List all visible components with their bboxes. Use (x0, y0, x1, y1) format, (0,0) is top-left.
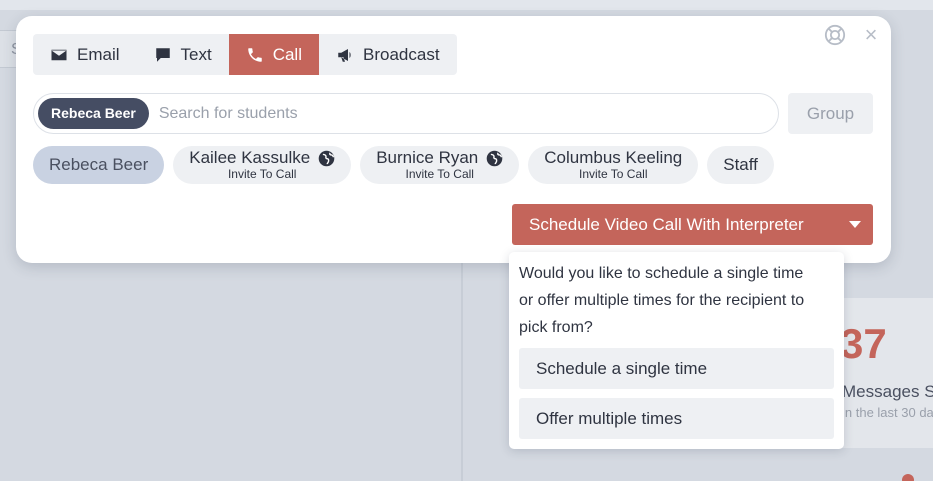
suggestion-invite-label: Invite To Call (227, 167, 297, 181)
tab-label: Call (272, 44, 302, 64)
phone-icon (247, 47, 262, 62)
suggestion-staff[interactable]: Staff (707, 146, 774, 184)
schedule-single-time-option[interactable]: Schedule a single time (519, 348, 834, 389)
tab-email[interactable]: Email (33, 34, 137, 75)
tab-label: Text (180, 44, 212, 64)
recipient-suggestions: Rebeca Beer Kailee Kassulke Invite To Ca… (33, 146, 774, 184)
popover-question: Would you like to schedule a single time… (519, 265, 805, 336)
app-topbar (0, 0, 933, 10)
group-button[interactable]: Group (788, 93, 873, 134)
background-indicator-dot (902, 474, 914, 481)
tab-label: Email (77, 44, 120, 64)
selected-recipient-chip[interactable]: Rebeca Beer (38, 98, 149, 129)
suggestion-kailee-kassulke[interactable]: Kailee Kassulke Invite To Call (173, 146, 352, 184)
close-icon[interactable]: × (862, 24, 880, 46)
suggestion-name: Columbus Keeling (544, 148, 683, 167)
stat-label: Messages Sent (842, 382, 933, 401)
suggestion-invite-label: Invite To Call (579, 167, 648, 181)
suggestion-rebeca-beer[interactable]: Rebeca Beer (33, 146, 165, 184)
suggestion-name: Rebeca Beer (49, 155, 149, 174)
student-search-input[interactable] (158, 104, 719, 123)
speech-bubble-icon (155, 47, 170, 62)
tab-call[interactable]: Call (228, 34, 319, 75)
tab-text[interactable]: Text (137, 34, 229, 75)
channel-tabs: Email Text Call Broadcast (33, 34, 457, 75)
compose-modal: × Email Text Call Broadcast Rebeca Beer … (16, 16, 891, 263)
suggestion-name: Staff (723, 155, 758, 174)
tab-broadcast[interactable]: Broadcast (319, 34, 457, 75)
megaphone-icon (338, 48, 351, 62)
schedule-options-popover: Would you like to schedule a single time… (509, 252, 844, 449)
stat-value: 37 (840, 320, 887, 367)
schedule-button-label: Schedule Video Call With Interpreter (529, 214, 804, 234)
suggestion-invite-label: Invite To Call (405, 167, 474, 181)
suggestion-name: Kailee Kassulke (189, 148, 311, 167)
globe-icon (486, 150, 503, 166)
suggestion-columbus-keeling[interactable]: Columbus Keeling Invite To Call (528, 146, 699, 184)
background-divider (461, 262, 463, 481)
tab-label: Broadcast (363, 44, 440, 64)
stat-sublabel: in the last 30 days (842, 405, 933, 420)
offer-multiple-times-option[interactable]: Offer multiple times (519, 398, 834, 439)
suggestion-name: Burnice Ryan (376, 148, 479, 167)
caret-down-icon[interactable] (837, 220, 873, 229)
recipients-field[interactable]: Rebeca Beer (33, 93, 779, 134)
lifebuoy-help-icon[interactable] (824, 24, 846, 46)
suggestion-burnice-ryan[interactable]: Burnice Ryan Invite To Call (360, 146, 520, 184)
globe-icon (318, 150, 335, 166)
schedule-video-call-button[interactable]: Schedule Video Call With Interpreter (512, 204, 873, 245)
envelope-icon (51, 49, 67, 60)
